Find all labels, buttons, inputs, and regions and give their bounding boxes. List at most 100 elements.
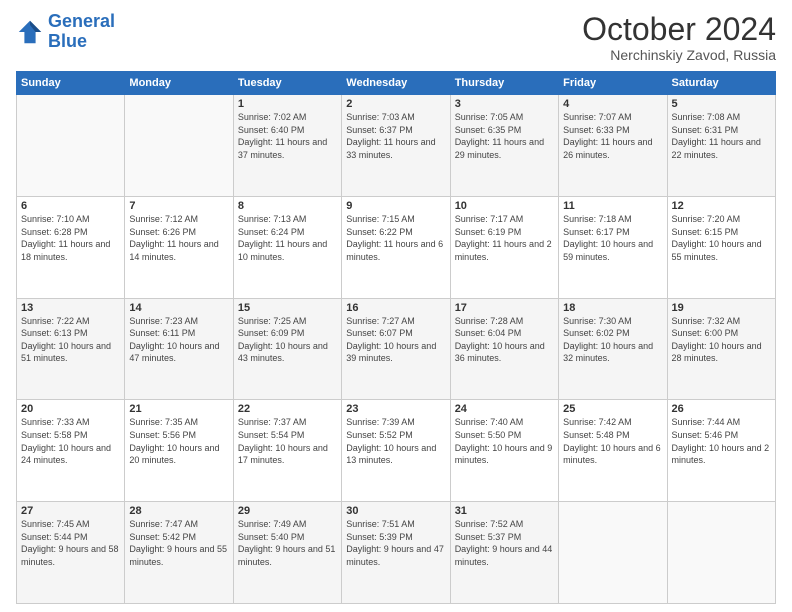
calendar-cell: 10Sunrise: 7:17 AM Sunset: 6:19 PM Dayli…: [450, 196, 558, 298]
day-number: 15: [238, 302, 337, 314]
day-number: 27: [21, 505, 120, 517]
main-title: October 2024: [582, 12, 776, 47]
day-number: 18: [563, 302, 662, 314]
calendar-week-3: 13Sunrise: 7:22 AM Sunset: 6:13 PM Dayli…: [17, 298, 776, 400]
day-content: Sunrise: 7:03 AM Sunset: 6:37 PM Dayligh…: [346, 111, 445, 161]
calendar-cell: 22Sunrise: 7:37 AM Sunset: 5:54 PM Dayli…: [233, 400, 341, 502]
calendar-cell: [667, 502, 775, 604]
calendar-cell: 27Sunrise: 7:45 AM Sunset: 5:44 PM Dayli…: [17, 502, 125, 604]
calendar-header-row: Sunday Monday Tuesday Wednesday Thursday…: [17, 72, 776, 95]
day-content: Sunrise: 7:33 AM Sunset: 5:58 PM Dayligh…: [21, 416, 120, 466]
header-monday: Monday: [125, 72, 233, 95]
day-content: Sunrise: 7:17 AM Sunset: 6:19 PM Dayligh…: [455, 213, 554, 263]
calendar-cell: 31Sunrise: 7:52 AM Sunset: 5:37 PM Dayli…: [450, 502, 558, 604]
day-number: 20: [21, 403, 120, 415]
calendar-cell: 3Sunrise: 7:05 AM Sunset: 6:35 PM Daylig…: [450, 95, 558, 197]
calendar-week-2: 6Sunrise: 7:10 AM Sunset: 6:28 PM Daylig…: [17, 196, 776, 298]
header-friday: Friday: [559, 72, 667, 95]
calendar-cell: 26Sunrise: 7:44 AM Sunset: 5:46 PM Dayli…: [667, 400, 775, 502]
calendar-cell: 15Sunrise: 7:25 AM Sunset: 6:09 PM Dayli…: [233, 298, 341, 400]
day-number: 16: [346, 302, 445, 314]
day-content: Sunrise: 7:30 AM Sunset: 6:02 PM Dayligh…: [563, 315, 662, 365]
calendar-week-5: 27Sunrise: 7:45 AM Sunset: 5:44 PM Dayli…: [17, 502, 776, 604]
day-content: Sunrise: 7:35 AM Sunset: 5:56 PM Dayligh…: [129, 416, 228, 466]
calendar-cell: 24Sunrise: 7:40 AM Sunset: 5:50 PM Dayli…: [450, 400, 558, 502]
calendar-cell: [559, 502, 667, 604]
day-number: 13: [21, 302, 120, 314]
calendar-cell: 17Sunrise: 7:28 AM Sunset: 6:04 PM Dayli…: [450, 298, 558, 400]
logo-text: General Blue: [48, 12, 115, 52]
calendar-week-4: 20Sunrise: 7:33 AM Sunset: 5:58 PM Dayli…: [17, 400, 776, 502]
day-number: 31: [455, 505, 554, 517]
header-saturday: Saturday: [667, 72, 775, 95]
day-content: Sunrise: 7:22 AM Sunset: 6:13 PM Dayligh…: [21, 315, 120, 365]
day-number: 12: [672, 200, 771, 212]
calendar-cell: [17, 95, 125, 197]
logo-icon: [16, 18, 44, 46]
day-content: Sunrise: 7:39 AM Sunset: 5:52 PM Dayligh…: [346, 416, 445, 466]
calendar-cell: 23Sunrise: 7:39 AM Sunset: 5:52 PM Dayli…: [342, 400, 450, 502]
calendar-week-1: 1Sunrise: 7:02 AM Sunset: 6:40 PM Daylig…: [17, 95, 776, 197]
day-content: Sunrise: 7:10 AM Sunset: 6:28 PM Dayligh…: [21, 213, 120, 263]
calendar-cell: [125, 95, 233, 197]
day-content: Sunrise: 7:52 AM Sunset: 5:37 PM Dayligh…: [455, 518, 554, 568]
day-number: 25: [563, 403, 662, 415]
day-number: 11: [563, 200, 662, 212]
day-content: Sunrise: 7:40 AM Sunset: 5:50 PM Dayligh…: [455, 416, 554, 466]
calendar-cell: 28Sunrise: 7:47 AM Sunset: 5:42 PM Dayli…: [125, 502, 233, 604]
day-content: Sunrise: 7:25 AM Sunset: 6:09 PM Dayligh…: [238, 315, 337, 365]
calendar-cell: 5Sunrise: 7:08 AM Sunset: 6:31 PM Daylig…: [667, 95, 775, 197]
day-number: 8: [238, 200, 337, 212]
day-number: 24: [455, 403, 554, 415]
calendar-cell: 6Sunrise: 7:10 AM Sunset: 6:28 PM Daylig…: [17, 196, 125, 298]
calendar-cell: 30Sunrise: 7:51 AM Sunset: 5:39 PM Dayli…: [342, 502, 450, 604]
calendar-cell: 7Sunrise: 7:12 AM Sunset: 6:26 PM Daylig…: [125, 196, 233, 298]
calendar-cell: 12Sunrise: 7:20 AM Sunset: 6:15 PM Dayli…: [667, 196, 775, 298]
day-content: Sunrise: 7:15 AM Sunset: 6:22 PM Dayligh…: [346, 213, 445, 263]
day-number: 29: [238, 505, 337, 517]
day-number: 4: [563, 98, 662, 110]
calendar-cell: 1Sunrise: 7:02 AM Sunset: 6:40 PM Daylig…: [233, 95, 341, 197]
header-wednesday: Wednesday: [342, 72, 450, 95]
calendar-cell: 16Sunrise: 7:27 AM Sunset: 6:07 PM Dayli…: [342, 298, 450, 400]
day-content: Sunrise: 7:47 AM Sunset: 5:42 PM Dayligh…: [129, 518, 228, 568]
day-number: 22: [238, 403, 337, 415]
calendar-table: Sunday Monday Tuesday Wednesday Thursday…: [16, 71, 776, 604]
calendar-cell: 2Sunrise: 7:03 AM Sunset: 6:37 PM Daylig…: [342, 95, 450, 197]
day-number: 1: [238, 98, 337, 110]
title-block: October 2024 Nerchinskiy Zavod, Russia: [582, 12, 776, 63]
calendar-cell: 13Sunrise: 7:22 AM Sunset: 6:13 PM Dayli…: [17, 298, 125, 400]
day-number: 3: [455, 98, 554, 110]
day-content: Sunrise: 7:18 AM Sunset: 6:17 PM Dayligh…: [563, 213, 662, 263]
day-content: Sunrise: 7:02 AM Sunset: 6:40 PM Dayligh…: [238, 111, 337, 161]
day-content: Sunrise: 7:45 AM Sunset: 5:44 PM Dayligh…: [21, 518, 120, 568]
header-thursday: Thursday: [450, 72, 558, 95]
logo-general: General: [48, 11, 115, 31]
day-number: 26: [672, 403, 771, 415]
calendar-cell: 19Sunrise: 7:32 AM Sunset: 6:00 PM Dayli…: [667, 298, 775, 400]
day-content: Sunrise: 7:51 AM Sunset: 5:39 PM Dayligh…: [346, 518, 445, 568]
day-number: 5: [672, 98, 771, 110]
calendar-cell: 18Sunrise: 7:30 AM Sunset: 6:02 PM Dayli…: [559, 298, 667, 400]
day-number: 28: [129, 505, 228, 517]
header-tuesday: Tuesday: [233, 72, 341, 95]
page: General Blue October 2024 Nerchinskiy Za…: [0, 0, 792, 612]
day-number: 30: [346, 505, 445, 517]
calendar-cell: 20Sunrise: 7:33 AM Sunset: 5:58 PM Dayli…: [17, 400, 125, 502]
day-number: 6: [21, 200, 120, 212]
day-content: Sunrise: 7:05 AM Sunset: 6:35 PM Dayligh…: [455, 111, 554, 161]
day-number: 17: [455, 302, 554, 314]
day-content: Sunrise: 7:23 AM Sunset: 6:11 PM Dayligh…: [129, 315, 228, 365]
calendar-cell: 14Sunrise: 7:23 AM Sunset: 6:11 PM Dayli…: [125, 298, 233, 400]
day-number: 19: [672, 302, 771, 314]
day-content: Sunrise: 7:08 AM Sunset: 6:31 PM Dayligh…: [672, 111, 771, 161]
logo: General Blue: [16, 12, 115, 52]
day-content: Sunrise: 7:13 AM Sunset: 6:24 PM Dayligh…: [238, 213, 337, 263]
day-content: Sunrise: 7:27 AM Sunset: 6:07 PM Dayligh…: [346, 315, 445, 365]
calendar-cell: 8Sunrise: 7:13 AM Sunset: 6:24 PM Daylig…: [233, 196, 341, 298]
day-number: 9: [346, 200, 445, 212]
day-number: 21: [129, 403, 228, 415]
day-content: Sunrise: 7:12 AM Sunset: 6:26 PM Dayligh…: [129, 213, 228, 263]
day-number: 2: [346, 98, 445, 110]
calendar-cell: 29Sunrise: 7:49 AM Sunset: 5:40 PM Dayli…: [233, 502, 341, 604]
